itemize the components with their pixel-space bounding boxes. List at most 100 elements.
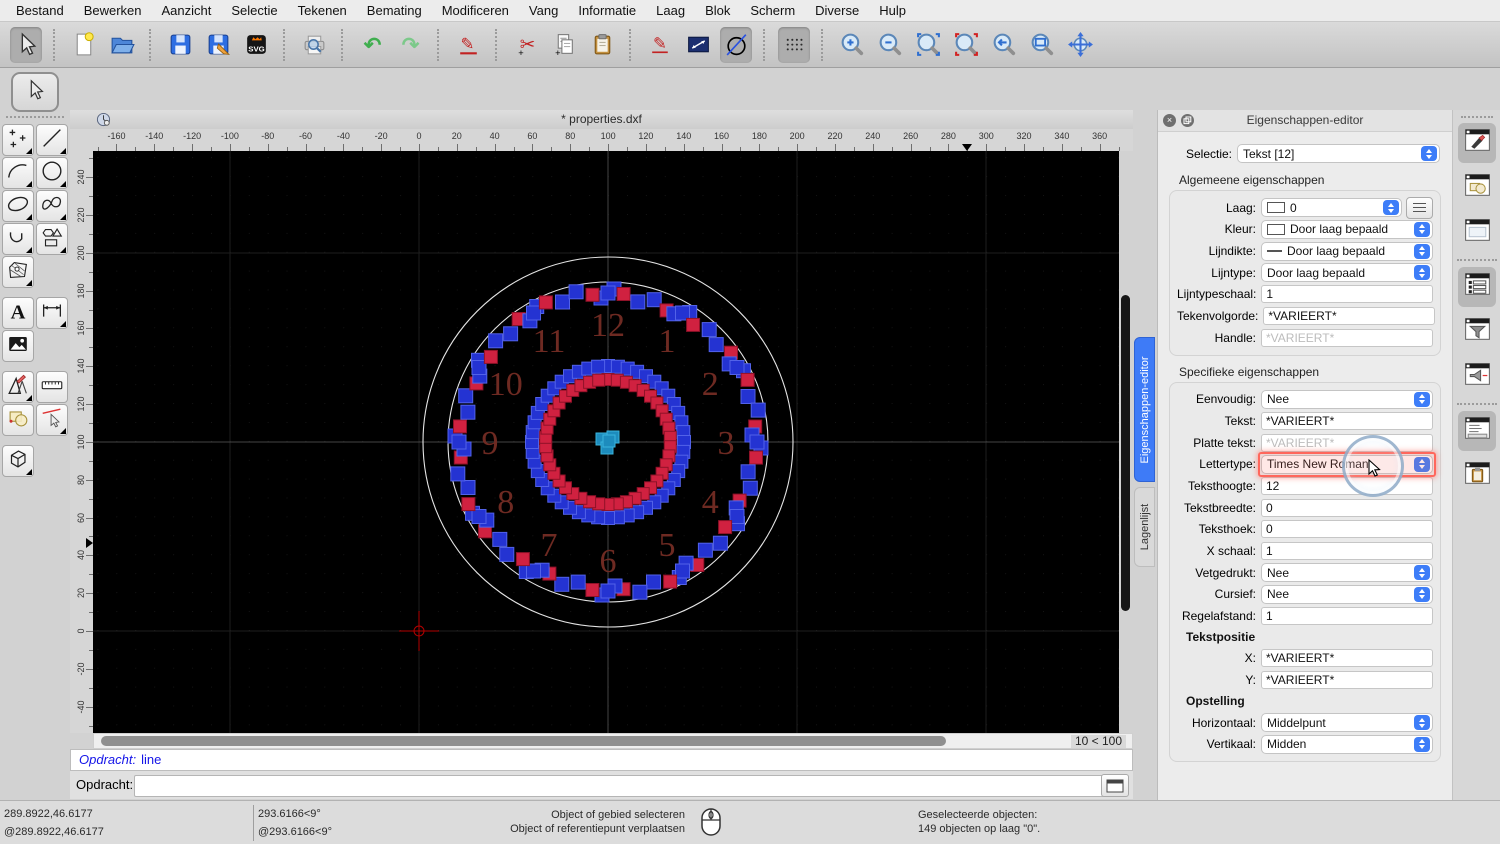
menu-bestand[interactable]: Bestand [6,0,74,21]
regelafstand-input[interactable]: 1 [1261,607,1433,626]
y-input[interactable]: *VARIEERT* [1261,671,1433,690]
redo-button[interactable]: ↷ [394,27,426,63]
document-titlebar[interactable]: * properties.dxf [70,110,1133,130]
points-tool-button[interactable] [2,124,34,156]
list-window-button[interactable] [1458,267,1496,307]
menu-bemating[interactable]: Bemating [357,0,432,21]
polyline-tool-button[interactable] [2,223,34,255]
palette-drag-handle[interactable] [6,116,64,118]
text-tool-button[interactable]: A [2,297,34,329]
print-preview-button[interactable] [298,27,330,63]
undo-button[interactable]: ↶ [356,27,388,63]
shapes-tool-button[interactable] [36,223,68,255]
vertical-scrollbar-thumb[interactable] [1121,295,1130,611]
menu-aanzicht[interactable]: Aanzicht [152,0,222,21]
save-file-button[interactable] [164,27,196,63]
measure-distance-button[interactable] [682,27,714,63]
select-tool-button[interactable] [11,72,59,112]
zoom-out-button[interactable] [874,27,906,63]
horizontal-scrollbar-thumb[interactable] [101,736,946,746]
horizontaal-dropdown[interactable]: Middelpunt [1261,713,1433,732]
zoom-previous-button[interactable] [950,27,982,63]
line-tool-button[interactable] [36,124,68,156]
block-tool-button[interactable] [2,404,34,436]
svg-export-button[interactable]: SVG [240,27,272,63]
command-window-button[interactable] [1101,774,1129,797]
menu-modificeren[interactable]: Modificeren [432,0,519,21]
measure-tool-button[interactable] [36,371,68,403]
clipboard-window-button[interactable] [1458,456,1496,496]
horizontal-scrollbar[interactable]: 10 < 100 [93,733,1133,749]
menu-laag[interactable]: Laag [646,0,695,21]
dock-tab-lagenlijst[interactable]: Lagenlijst [1134,487,1155,567]
blank-window-button[interactable] [1458,213,1496,253]
save-file-as-button[interactable] [202,27,234,63]
tekstbreedte-input[interactable]: 0 [1261,498,1433,517]
command-input[interactable] [134,775,1110,797]
modify-tool-button[interactable] [2,371,34,403]
command-window-button[interactable] [1458,411,1496,451]
handle-input[interactable]: *VARIEERT* [1261,328,1433,347]
eenvoudig-dropdown[interactable]: Nee [1261,389,1433,409]
menu-blok[interactable]: Blok [695,0,740,21]
announce-window-button[interactable] [1458,357,1496,397]
h-ruler-tick [229,144,231,151]
deselect-tool-button[interactable] [36,404,68,436]
delete-entity-button[interactable]: ✎ [452,27,484,63]
grid-toggle-button[interactable] [778,26,810,63]
lijntype-dropdown[interactable]: Door laag bepaald [1261,263,1433,283]
tekst-input[interactable]: *VARIEERT* [1261,411,1433,430]
lijntypeschaal-input[interactable]: 1 [1261,285,1434,304]
print-preview-icon [301,31,328,58]
zoom-back-button[interactable] [988,27,1020,63]
dock-tab-eigenschappen-editor[interactable]: Eigenschappen-editor [1134,337,1155,482]
menu-diverse[interactable]: Diverse [805,0,869,21]
menu-bewerken[interactable]: Bewerken [74,0,152,21]
block-window-button[interactable] [1458,168,1496,208]
menu-selectie[interactable]: Selectie [221,0,287,21]
vertical-scrollbar[interactable] [1119,151,1133,733]
new-file-button[interactable] [68,27,100,63]
vertikaal-dropdown[interactable]: Midden [1261,734,1433,754]
spline-tool-button[interactable] [36,190,68,222]
dimension-tool-button[interactable] [36,297,68,329]
menu-hulp[interactable]: Hulp [869,0,916,21]
lijndikte-dropdown[interactable]: Door laag bepaald [1261,241,1433,261]
solid-3d-tool-button[interactable] [2,445,34,477]
paste-button[interactable] [586,27,618,63]
menu-informatie[interactable]: Informatie [568,0,646,21]
cursief-dropdown[interactable]: Nee [1261,584,1433,604]
kleur-dropdown[interactable]: Door laag bepaald [1261,219,1433,239]
arc-tool-button[interactable] [2,157,34,189]
menu-vang[interactable]: Vang [519,0,568,21]
ellipse-tool-button[interactable] [2,190,34,222]
zoom-in-button[interactable] [836,27,868,63]
zoom-pan-button[interactable] [1064,27,1096,63]
circle-tool-button[interactable] [720,26,752,63]
tekenvolgorde-input[interactable]: *VARIEERT* [1263,307,1436,326]
vetgedrukt-dropdown[interactable]: Nee [1261,563,1433,583]
select-pointer-button[interactable] [10,26,42,63]
selection-dropdown[interactable]: Tekst [12] [1237,144,1440,163]
zoom-window-button[interactable] [1026,27,1058,63]
drawing-canvas[interactable]: 12 1 2 3 4 5 6 7 8 9 10 11 [93,151,1119,733]
teksthoek-input[interactable]: 0 [1261,520,1433,539]
menu-scherm[interactable]: Scherm [740,0,805,21]
cut-button[interactable]: ✂ + [510,27,542,63]
zoom-auto-button[interactable] [912,27,944,63]
copy-button[interactable]: + [548,27,580,63]
open-file-button[interactable] [106,27,138,63]
field-control: 1 [1261,285,1434,304]
pen-window-button[interactable] [1458,123,1496,163]
pen-edit-button[interactable]: ✎ [644,27,676,63]
circle-tool-button[interactable] [36,157,68,189]
hatch-tool-button[interactable] [2,256,34,288]
x-schaal-input[interactable]: 1 [1261,542,1433,560]
layer-menu-button[interactable] [1406,196,1433,219]
strip-drag-handle[interactable] [1461,116,1493,118]
filter-window-button[interactable] [1458,312,1496,352]
laag-dropdown[interactable]: 0 [1261,198,1402,218]
x-input[interactable]: *VARIEERT* [1261,649,1433,668]
menu-tekenen[interactable]: Tekenen [288,0,357,21]
image-tool-button[interactable] [2,330,34,362]
